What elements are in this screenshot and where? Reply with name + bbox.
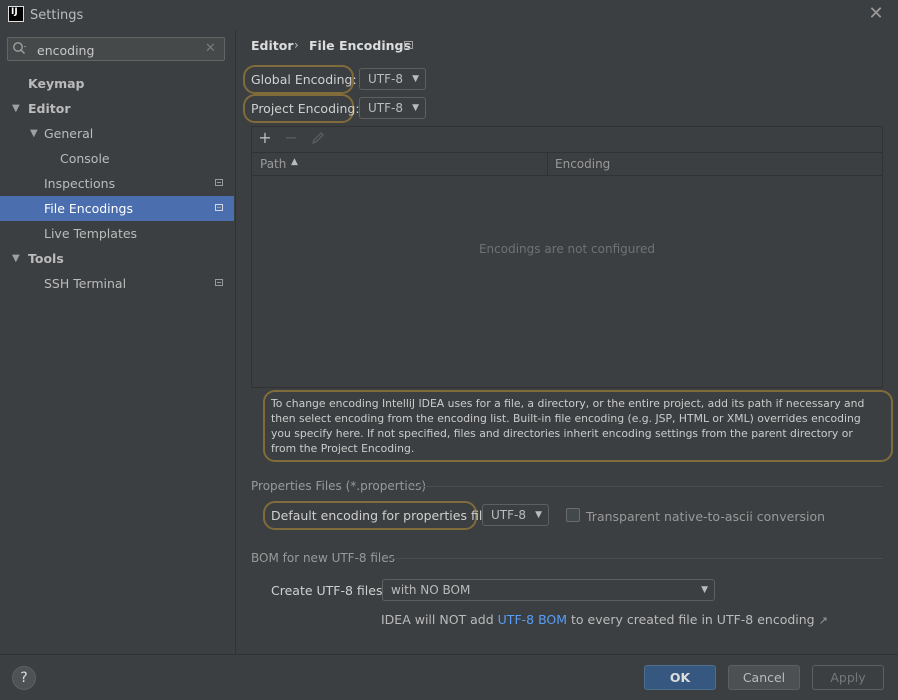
sidebar-item-general[interactable]: ▼ General	[0, 121, 234, 146]
title-bar	[0, 0, 898, 30]
native-to-ascii-label[interactable]: Transparent native-to-ascii conversion	[586, 509, 825, 524]
bom-hint: IDEA will NOT add UTF-8 BOM to every cre…	[381, 612, 828, 627]
section-divider	[409, 486, 883, 487]
sidebar-item-label: Inspections	[44, 176, 116, 191]
properties-encoding-value: UTF-8	[491, 508, 526, 522]
page-title: File Encodings	[309, 38, 411, 53]
sidebar-item-file-encodings[interactable]: File Encodings	[0, 196, 234, 221]
table-toolbar	[252, 127, 882, 151]
window-title: Settings	[30, 8, 84, 23]
bom-select[interactable]: with NO BOM ▼	[382, 579, 715, 601]
cancel-button[interactable]: Cancel	[728, 665, 800, 690]
app-logo-icon: IJ	[8, 6, 24, 22]
sidebar-item-label: Console	[60, 151, 110, 166]
project-encoding-select[interactable]: UTF-8 ▼	[359, 97, 426, 119]
global-encoding-label: Global Encoding:	[251, 72, 357, 87]
search-icon	[12, 41, 28, 57]
project-settings-icon	[215, 179, 223, 186]
sidebar-item-label: General	[44, 126, 94, 141]
bom-select-value: with NO BOM	[391, 583, 471, 597]
sidebar-item-label: Keymap	[28, 76, 85, 91]
chevron-down-icon: ▼	[412, 103, 419, 113]
sidebar-item-ssh-terminal[interactable]: SSH Terminal	[0, 271, 234, 296]
clear-search-icon[interactable]: ✕	[205, 41, 216, 56]
project-encoding-label: Project Encoding:	[251, 101, 360, 116]
global-encoding-select[interactable]: UTF-8 ▼	[359, 68, 426, 90]
sidebar-item-label: Editor	[28, 101, 71, 116]
column-divider[interactable]	[547, 153, 548, 175]
chevron-down-icon: ▼	[701, 585, 708, 595]
sidebar-item-label: Tools	[28, 251, 64, 266]
close-icon[interactable]: ✕	[866, 4, 886, 24]
column-header-path[interactable]: Path	[260, 157, 286, 171]
sidebar-item-live-templates[interactable]: Live Templates	[0, 221, 234, 246]
project-encoding-value: UTF-8	[368, 101, 403, 115]
chevron-down-icon[interactable]: ▼	[30, 121, 38, 146]
project-settings-icon	[215, 204, 223, 211]
properties-encoding-select[interactable]: UTF-8 ▼	[482, 504, 549, 526]
apply-button[interactable]: Apply	[812, 665, 884, 690]
project-settings-icon	[404, 41, 413, 49]
sidebar-item-label: SSH Terminal	[44, 276, 127, 291]
sidebar-item-label: File Encodings	[44, 201, 134, 216]
properties-default-label: Default encoding for properties files:	[271, 508, 501, 523]
sidebar-item-label: Live Templates	[44, 226, 138, 241]
breadcrumb-separator: ›	[294, 38, 299, 52]
bom-hint-prefix: IDEA will NOT add	[381, 612, 498, 627]
ok-button[interactable]: OK	[644, 665, 716, 690]
project-settings-icon	[215, 279, 223, 286]
sort-ascending-icon: ▲	[291, 157, 298, 167]
native-to-ascii-checkbox[interactable]	[566, 508, 580, 522]
chevron-down-icon[interactable]: ▼	[12, 246, 20, 271]
sidebar-item-console[interactable]: Console	[0, 146, 234, 171]
bom-section-title: BOM for new UTF-8 files	[251, 551, 395, 565]
external-link-icon[interactable]: ↗	[819, 614, 828, 627]
properties-section-title: Properties Files (*.properties)	[251, 479, 427, 493]
edit-icon[interactable]	[308, 128, 328, 148]
breadcrumb-parent[interactable]: Editor	[251, 38, 294, 53]
encoding-help-text: To change encoding IntelliJ IDEA uses fo…	[271, 397, 865, 455]
sidebar-item-inspections[interactable]: Inspections	[0, 171, 234, 196]
add-icon[interactable]: +	[255, 128, 275, 148]
search-value[interactable]: encoding	[37, 43, 94, 58]
remove-icon[interactable]: −	[281, 128, 301, 148]
table-empty-text: Encodings are not configured	[478, 242, 656, 256]
create-utf8-label: Create UTF-8 files:	[271, 583, 387, 598]
column-header-encoding[interactable]: Encoding	[555, 157, 610, 171]
help-button[interactable]: ?	[12, 666, 36, 690]
sidebar-item-tools[interactable]: ▼ Tools	[0, 246, 234, 271]
utf8-bom-link[interactable]: UTF-8 BOM	[498, 612, 567, 627]
bom-hint-suffix: to every created file in UTF-8 encoding	[567, 612, 815, 627]
section-divider	[389, 558, 883, 559]
global-encoding-value: UTF-8	[368, 72, 403, 86]
chevron-down-icon: ▼	[412, 74, 419, 84]
chevron-down-icon: ▼	[535, 510, 542, 520]
sidebar-item-keymap[interactable]: Keymap	[0, 71, 234, 96]
sidebar-item-editor[interactable]: ▼ Editor	[0, 96, 234, 121]
chevron-down-icon[interactable]: ▼	[12, 96, 20, 121]
